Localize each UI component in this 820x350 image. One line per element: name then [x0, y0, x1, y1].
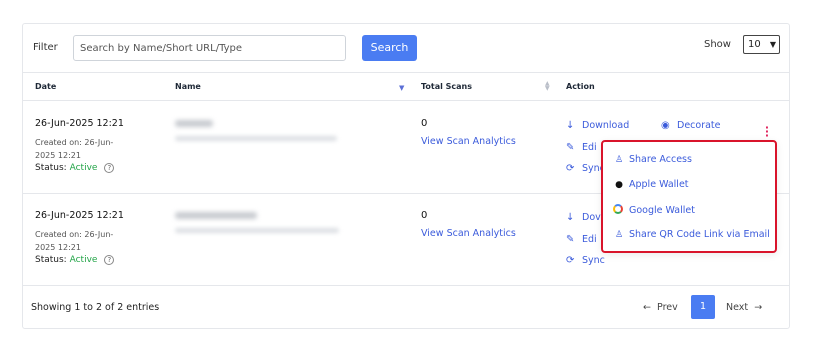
table-header: Date Name ▼ Total Scans ▲ ▼ Action — [23, 72, 789, 101]
download-action[interactable]: ↓ Download — [566, 120, 629, 131]
sync-icon: ⟳ — [566, 255, 575, 266]
download-icon: ↓ — [566, 120, 575, 131]
pencil-icon: ✎ — [566, 142, 575, 153]
status-label: Status: — [35, 163, 67, 173]
view-scan-analytics-link[interactable]: View Scan Analytics — [421, 136, 516, 147]
search-input[interactable] — [73, 35, 346, 61]
status-label: Status: — [35, 255, 67, 265]
row-date: 26-Jun-2025 12:21 — [35, 210, 124, 221]
row-created-on: Created on: 26-Jun-2025 12:21 — [35, 230, 114, 252]
row-created-on: Created on: 26-Jun-2025 12:21 — [35, 138, 114, 160]
header-action: Action — [566, 82, 595, 91]
palette-icon: ◉ — [661, 120, 670, 131]
people-icon: ♙ — [614, 230, 624, 240]
page-size-select[interactable]: 10 ▼ — [743, 35, 780, 54]
status-value: Active — [69, 255, 98, 265]
entries-info: Showing 1 to 2 of 2 entries — [31, 302, 160, 313]
pencil-icon: ✎ — [566, 234, 575, 245]
prev-page-button[interactable]: ← Prev — [643, 302, 678, 313]
more-options-dropdown: ♙ Share Access ● Apple Wallet Google Walle… — [601, 140, 777, 253]
download-action[interactable]: ↓ Dov — [566, 212, 601, 223]
help-icon[interactable]: ? — [104, 163, 115, 173]
row-status: Status: Active ? — [35, 163, 115, 173]
sort-icon[interactable]: ▲ ▼ — [545, 81, 550, 92]
google-icon — [613, 204, 623, 214]
blurred-short-url — [175, 136, 337, 141]
header-date[interactable]: Date — [35, 82, 56, 91]
apple-wallet-item[interactable]: ● Apple Wallet — [613, 179, 688, 190]
blurred-short-url — [175, 228, 339, 233]
row-total-scans: 0 — [421, 118, 428, 129]
decorate-action[interactable]: ◉ Decorate — [661, 120, 721, 131]
help-icon[interactable]: ? — [104, 255, 115, 265]
view-scan-analytics-link[interactable]: View Scan Analytics — [421, 228, 516, 239]
people-icon: ♙ — [614, 155, 624, 165]
header-name[interactable]: Name — [175, 82, 201, 91]
more-options-icon[interactable]: · · · — [764, 122, 770, 141]
row-total-scans: 0 — [421, 210, 428, 221]
sync-icon: ⟳ — [566, 163, 575, 174]
sync-action[interactable]: ⟳ Sync — [566, 255, 605, 266]
arrow-left-icon: ← — [643, 302, 651, 313]
search-button[interactable]: Search — [362, 35, 417, 61]
blurred-name — [175, 212, 257, 219]
filter-label: Filter — [33, 42, 58, 53]
blurred-name — [175, 120, 213, 127]
page-1-button[interactable]: 1 — [691, 295, 715, 319]
edit-action[interactable]: ✎ Edi — [566, 234, 597, 245]
show-label: Show — [704, 39, 731, 50]
header-total-scans[interactable]: Total Scans — [421, 82, 472, 91]
status-value: Active — [69, 163, 98, 173]
chevron-down-icon: ▼ — [769, 40, 776, 49]
apple-icon: ● — [615, 180, 623, 190]
google-wallet-item[interactable]: Google Wallet — [613, 204, 695, 216]
download-icon: ↓ — [566, 212, 575, 223]
edit-action[interactable]: ✎ Edi — [566, 142, 597, 153]
row-date: 26-Jun-2025 12:21 — [35, 118, 124, 129]
arrow-right-icon: → — [754, 302, 763, 313]
share-access-item[interactable]: ♙ Share Access — [613, 154, 692, 165]
row-status: Status: Active ? — [35, 255, 115, 265]
sync-action[interactable]: ⟳ Sync — [566, 163, 605, 174]
page-size-value: 10 — [748, 39, 761, 50]
sort-desc-icon[interactable]: ▼ — [399, 84, 404, 92]
share-qr-email-item[interactable]: ♙ Share QR Code Link via Email — [613, 229, 770, 240]
next-page-button[interactable]: Next → — [726, 302, 762, 313]
